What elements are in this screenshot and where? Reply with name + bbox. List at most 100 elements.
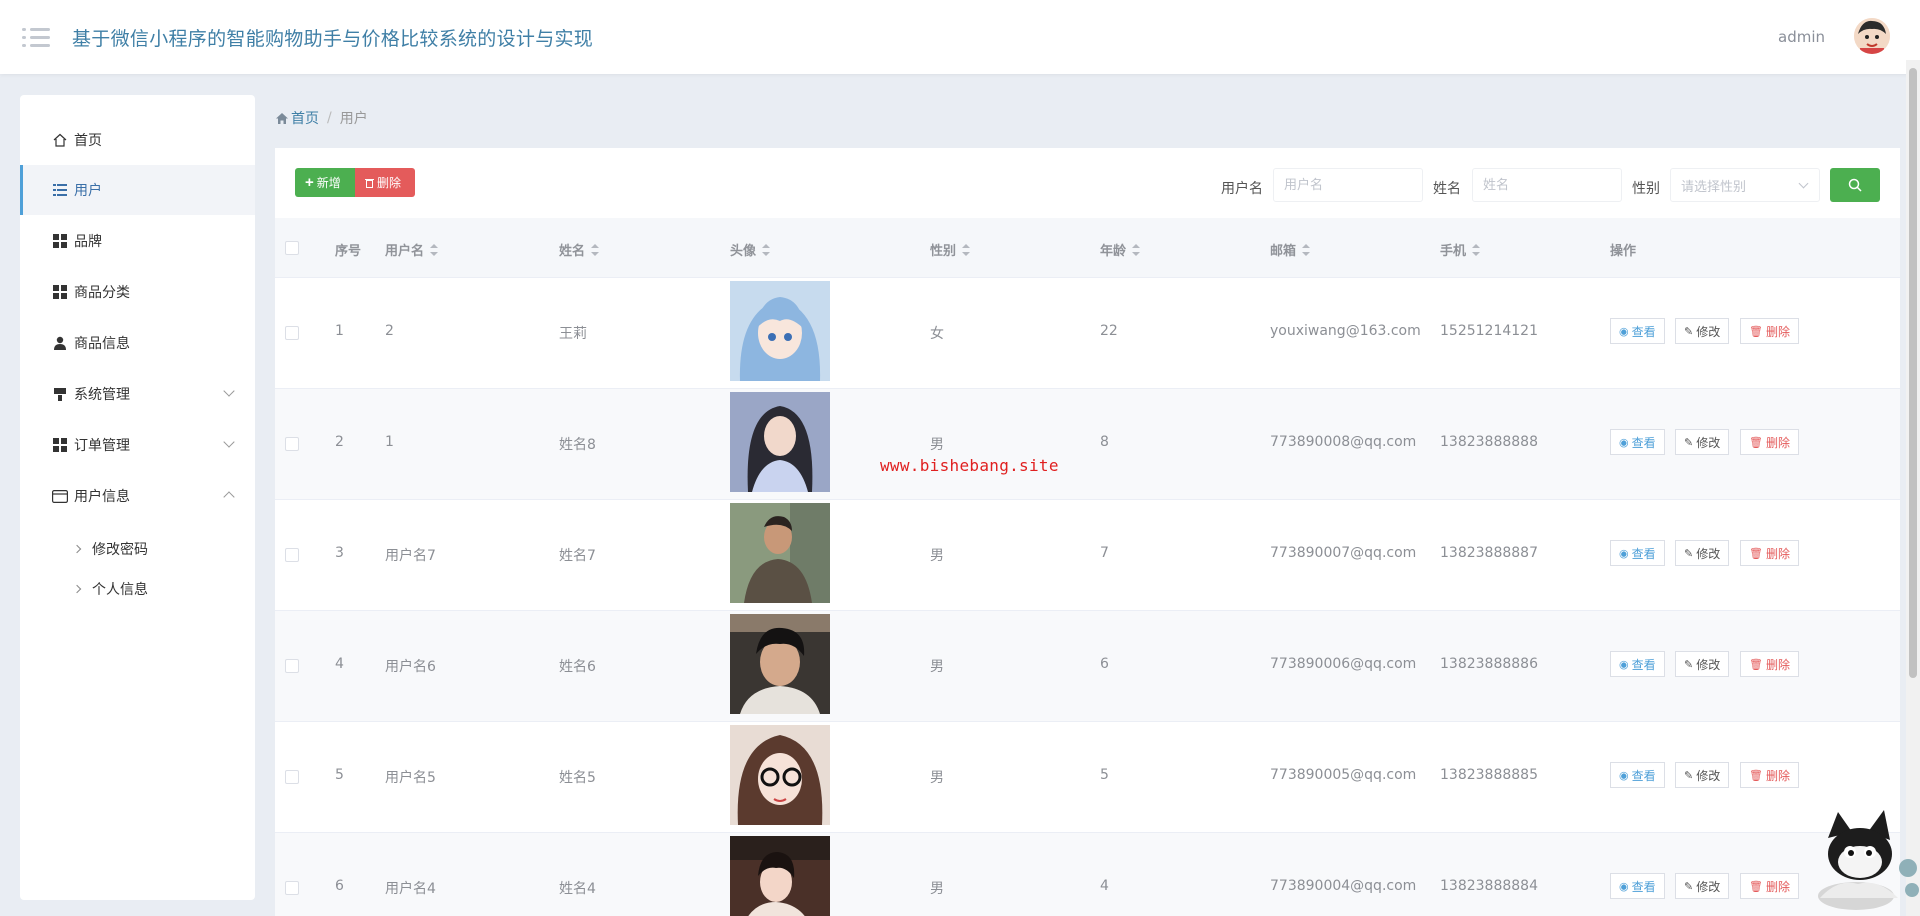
sidebar-subitem-change-password[interactable]: 修改密码 — [20, 530, 255, 568]
search-button[interactable] — [1830, 168, 1880, 202]
plus-icon: + — [305, 174, 314, 191]
eye-icon: ◉ — [1619, 879, 1629, 893]
sidebar-item-product-info[interactable]: 商品信息 — [20, 318, 255, 368]
menu-toggle-icon[interactable] — [22, 26, 50, 48]
column-header-gender[interactable]: 性别 — [930, 240, 971, 259]
sidebar-item-users[interactable]: 用户 — [20, 165, 255, 215]
sort-icon[interactable] — [591, 243, 600, 256]
scrollbar-thumb[interactable] — [1909, 68, 1917, 678]
breadcrumb-home[interactable]: 首页 — [276, 108, 319, 128]
cell-age: 5 — [1100, 767, 1109, 783]
column-header-email[interactable]: 邮箱 — [1270, 240, 1311, 259]
sort-icon[interactable] — [1472, 243, 1481, 256]
row-checkbox[interactable] — [285, 548, 299, 562]
row-checkbox[interactable] — [285, 881, 299, 895]
sidebar-item-category[interactable]: 商品分类 — [20, 267, 255, 317]
view-button[interactable]: ◉ 查看 — [1610, 762, 1665, 788]
avatar-image[interactable] — [730, 392, 830, 492]
row-checkbox[interactable] — [285, 326, 299, 340]
eye-icon: ◉ — [1619, 657, 1629, 671]
avatar-image[interactable] — [730, 281, 830, 381]
select-all-checkbox[interactable] — [285, 241, 299, 255]
eye-icon: ◉ — [1619, 324, 1629, 338]
cell-gender: 女 — [930, 326, 944, 342]
name-search-input[interactable] — [1472, 168, 1622, 202]
column-header-avatar[interactable]: 头像 — [730, 240, 771, 259]
row-checkbox[interactable] — [285, 437, 299, 451]
cell-username: 用户名5 — [385, 770, 436, 786]
watermark-text: www.bishebang.site — [880, 456, 1059, 475]
sidebar-subitem-profile[interactable]: 个人信息 — [20, 570, 255, 608]
sort-icon[interactable] — [762, 243, 771, 256]
trash-icon — [365, 178, 374, 188]
breadcrumb-separator: / — [327, 110, 332, 126]
sidebar-item-brand[interactable]: 品牌 — [20, 216, 255, 266]
trash-icon: 🗑 — [1749, 324, 1763, 338]
edit-button[interactable]: ✎ 修改 — [1675, 873, 1730, 899]
cell-gender: 男 — [930, 437, 944, 453]
view-button[interactable]: ◉ 查看 — [1610, 429, 1665, 455]
sidebar-item-system[interactable]: 系统管理 — [20, 369, 255, 419]
row-checkbox[interactable] — [285, 770, 299, 784]
sort-icon[interactable] — [1302, 243, 1311, 256]
sort-icon[interactable] — [962, 243, 971, 256]
cell-index: 4 — [335, 656, 344, 672]
delete-button[interactable]: 🗑 删除 — [1740, 651, 1799, 677]
view-button[interactable]: ◉ 查看 — [1610, 651, 1665, 677]
cell-age: 8 — [1100, 434, 1109, 450]
column-header-phone[interactable]: 手机 — [1440, 240, 1481, 259]
table-row: 4 用户名6 姓名6 男 6 773890006@qq.com 13823888… — [275, 611, 1900, 722]
add-button[interactable]: + 新增 — [295, 168, 355, 197]
column-header-username[interactable]: 用户名 — [385, 240, 439, 259]
delete-button[interactable]: 🗑 删除 — [1740, 318, 1799, 344]
edit-button[interactable]: ✎ 修改 — [1675, 540, 1730, 566]
cell-name: 姓名6 — [559, 659, 596, 675]
cell-name: 姓名4 — [559, 881, 596, 897]
column-header-age[interactable]: 年龄 — [1100, 240, 1141, 259]
table-row: 1 2 王莉 女 22 youxiwang@163.com 1525121412… — [275, 278, 1900, 389]
sidebar-item-label: 用户信息 — [74, 489, 130, 505]
eye-icon: ◉ — [1619, 435, 1629, 449]
sidebar-item-label: 首页 — [74, 133, 102, 149]
avatar-image[interactable] — [730, 836, 830, 916]
cell-name: 王莉 — [559, 326, 587, 342]
edit-button[interactable]: ✎ 修改 — [1675, 651, 1730, 677]
trash-icon: 🗑 — [1749, 768, 1763, 782]
batch-delete-button[interactable]: 删除 — [355, 168, 415, 197]
edit-button[interactable]: ✎ 修改 — [1675, 762, 1730, 788]
view-button[interactable]: ◉ 查看 — [1610, 873, 1665, 899]
view-button[interactable]: ◉ 查看 — [1610, 318, 1665, 344]
edit-button[interactable]: ✎ 修改 — [1675, 429, 1730, 455]
mascot-cat-icon[interactable] — [1808, 808, 1920, 916]
sidebar-item-home[interactable]: 首页 — [20, 115, 255, 165]
edit-button[interactable]: ✎ 修改 — [1675, 318, 1730, 344]
row-checkbox[interactable] — [285, 659, 299, 673]
sidebar-item-label: 系统管理 — [74, 387, 130, 403]
avatar-image[interactable] — [730, 503, 830, 603]
sidebar-item-orders[interactable]: 订单管理 — [20, 420, 255, 470]
delete-button[interactable]: 🗑 删除 — [1740, 429, 1799, 455]
cell-email: 773890008@qq.com — [1270, 434, 1417, 450]
avatar-image[interactable] — [730, 614, 830, 714]
column-header-name[interactable]: 姓名 — [559, 240, 600, 259]
delete-button[interactable]: 🗑 删除 — [1740, 540, 1799, 566]
current-user-name[interactable]: admin — [1778, 28, 1825, 46]
user-avatar[interactable] — [1854, 18, 1890, 54]
delete-button[interactable]: 🗑 删除 — [1740, 873, 1799, 899]
cell-phone: 13823888885 — [1440, 767, 1538, 783]
cell-index: 6 — [335, 878, 344, 894]
avatar-image[interactable] — [730, 725, 830, 825]
sidebar: 首页 用户 品牌 商品分类 商品信息 系统管理 订单管理 用户信息 修改密码 个… — [20, 95, 255, 900]
sort-icon[interactable] — [430, 243, 439, 256]
cell-phone: 15251214121 — [1440, 323, 1538, 339]
username-search-input[interactable] — [1273, 168, 1423, 202]
sidebar-item-user-info[interactable]: 用户信息 — [20, 471, 255, 521]
cell-email: 773890006@qq.com — [1270, 656, 1417, 672]
view-button[interactable]: ◉ 查看 — [1610, 540, 1665, 566]
cell-phone: 13823888886 — [1440, 656, 1538, 672]
page-scrollbar[interactable] — [1906, 60, 1920, 916]
gender-select[interactable]: 请选择性别 — [1670, 168, 1820, 202]
sort-icon[interactable] — [1132, 243, 1141, 256]
delete-button[interactable]: 🗑 删除 — [1740, 762, 1799, 788]
name-filter-label: 姓名 — [1433, 181, 1461, 197]
